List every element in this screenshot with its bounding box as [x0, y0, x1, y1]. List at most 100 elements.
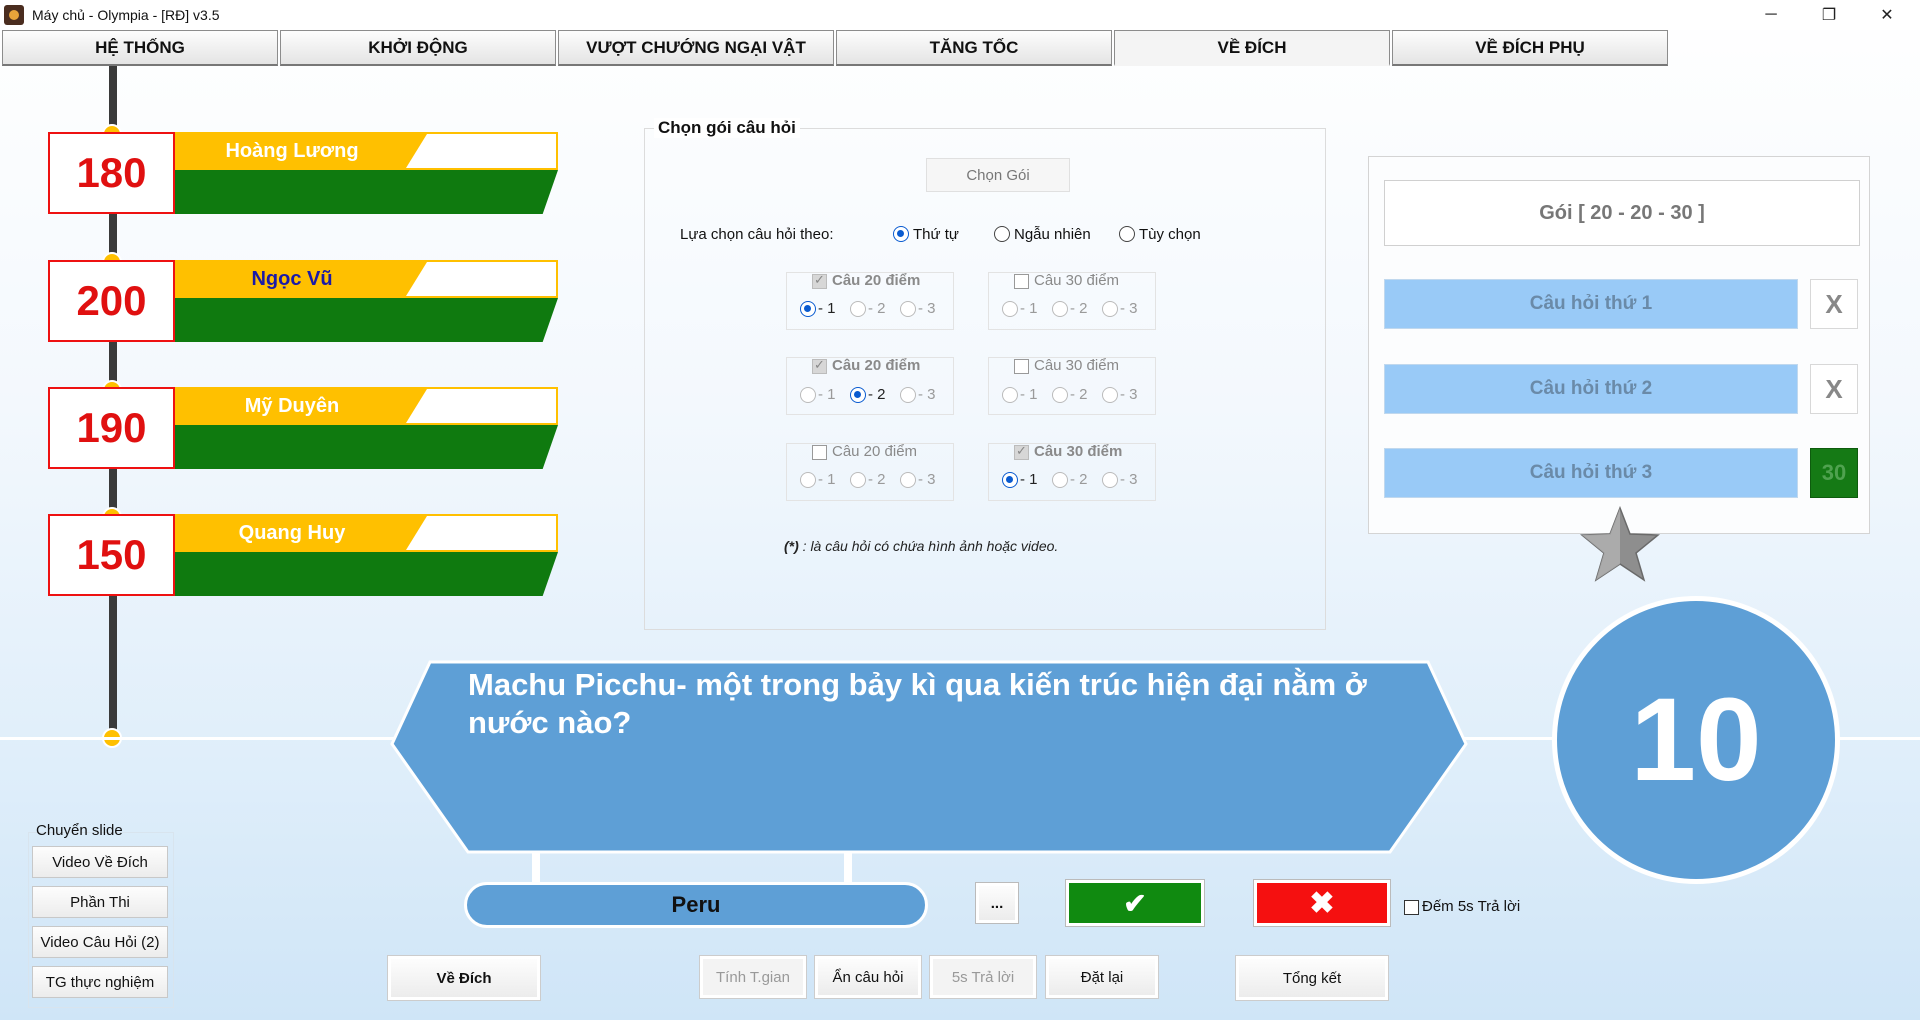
q30-checkbox-3[interactable] — [1014, 443, 1029, 460]
opt-label: - 1 — [1020, 300, 1038, 317]
tab-ve-dich-phu[interactable]: VỀ ĐÍCH PHỤ — [1392, 30, 1668, 66]
name-bar-highlight — [406, 134, 556, 168]
opt-label: - 3 — [918, 300, 936, 317]
q30-checkbox-2[interactable] — [1014, 359, 1029, 374]
mode-order-radio[interactable] — [893, 226, 909, 242]
window-title: Máy chủ - Olympia - [RĐ] v3.5 — [32, 7, 220, 23]
q30-row1-opt3[interactable] — [1102, 301, 1118, 317]
q30-label-2: Câu 30 điểm — [1034, 357, 1120, 374]
opt-label: - 2 — [868, 300, 886, 317]
q20-row3-opt1[interactable] — [800, 472, 816, 488]
tab-tang-toc[interactable]: TĂNG TỐC — [836, 30, 1112, 66]
q20-row3-opt3[interactable] — [900, 472, 916, 488]
opt-label: - 2 — [868, 471, 886, 488]
tab-khoi-dong[interactable]: KHỞI ĐỘNG — [280, 30, 556, 66]
answer-5s-button[interactable]: 5s Trả lời — [929, 955, 1037, 999]
opt-label: - 2 — [1070, 386, 1088, 403]
player-card: 200 Ngọc Vũ — [48, 260, 558, 342]
player-green-bar — [175, 552, 558, 596]
question-3-status[interactable]: 30 — [1810, 448, 1858, 498]
question-1-status[interactable]: X — [1810, 279, 1858, 329]
q30-label-1: Câu 30 điểm — [1034, 272, 1120, 289]
name-bar-highlight — [406, 262, 556, 296]
star-hope-icon[interactable] — [1580, 506, 1660, 582]
opt-label: - 3 — [1120, 300, 1138, 317]
minimize-button[interactable]: ─ — [1742, 0, 1800, 30]
q30-row3-opt1[interactable] — [1002, 472, 1018, 488]
tab-ve-dich[interactable]: VỀ ĐÍCH — [1114, 30, 1390, 66]
tg-thuc-nghiem-button[interactable]: TG thực nghiệm — [32, 966, 168, 998]
player-name-bar: Hoàng Lương — [175, 132, 558, 170]
reset-button[interactable]: Đặt lại — [1045, 955, 1159, 999]
q20-row1-opt3[interactable] — [900, 301, 916, 317]
tab-vuot-chuong-ngai-vat[interactable]: VƯỢT CHƯỚNG NGẠI VẬT — [558, 30, 834, 66]
q20-row2-opt3[interactable] — [900, 387, 916, 403]
q30-row2-opt3[interactable] — [1102, 387, 1118, 403]
opt-label: - 1 — [1020, 386, 1038, 403]
q30-row1-opt1[interactable] — [1002, 301, 1018, 317]
q20-row2-opt1[interactable] — [800, 387, 816, 403]
player-card: 180 Hoàng Lương — [48, 132, 558, 214]
close-button[interactable]: ✕ — [1858, 0, 1916, 30]
mode-custom-radio[interactable] — [1119, 226, 1135, 242]
calc-time-button[interactable]: Tính T.gian — [699, 955, 807, 999]
q30-row3-opt2[interactable] — [1052, 472, 1068, 488]
answer-stand — [844, 852, 852, 882]
player-green-bar — [175, 170, 558, 214]
opt-label: - 1 — [818, 471, 836, 488]
cross-icon: ✖ — [1309, 886, 1335, 920]
hide-question-button[interactable]: Ẩn câu hỏi — [814, 955, 922, 999]
count-5s-label: Đếm 5s Trả lời — [1422, 898, 1521, 915]
q20-row2-opt2[interactable] — [850, 387, 866, 403]
q20-row1-opt1[interactable] — [800, 301, 816, 317]
name-bar-highlight — [406, 389, 556, 423]
question-1-button[interactable]: Câu hỏi thứ 1 — [1384, 279, 1798, 329]
player-name-bar: Mỹ Duyên — [175, 387, 558, 425]
ve-dich-button[interactable]: Về Đích — [387, 955, 541, 1001]
q20-checkbox-1[interactable] — [812, 272, 827, 289]
opt-label: - 1 — [818, 300, 836, 317]
package-label: Gói [ 20 - 20 - 30 ] — [1384, 180, 1860, 246]
phan-thi-button[interactable]: Phần Thi — [32, 886, 168, 918]
more-options-button[interactable]: ... — [975, 882, 1019, 924]
correct-button[interactable]: ✔ — [1065, 879, 1205, 927]
question-2-button[interactable]: Câu hỏi thứ 2 — [1384, 364, 1798, 414]
player-score: 190 — [48, 387, 175, 469]
player-score: 180 — [48, 132, 175, 214]
player-green-bar — [175, 425, 558, 469]
summary-button[interactable]: Tổng kết — [1235, 955, 1389, 1001]
player-name: Ngọc Vũ — [251, 267, 333, 290]
main-tabs: HỆ THỐNG KHỞI ĐỘNG VƯỢT CHƯỚNG NGẠI VẬT … — [2, 30, 1670, 66]
count-5s-checkbox[interactable] — [1404, 900, 1419, 915]
check-icon: ✔ — [1123, 887, 1147, 919]
q20-row3-opt2[interactable] — [850, 472, 866, 488]
q30-checkbox-1[interactable] — [1014, 274, 1029, 289]
q20-row1-opt2[interactable] — [850, 301, 866, 317]
q20-checkbox-3[interactable] — [812, 445, 827, 460]
question-3-button[interactable]: Câu hỏi thứ 3 — [1384, 448, 1798, 498]
q30-row2-opt2[interactable] — [1052, 387, 1068, 403]
opt-label: - 2 — [1070, 471, 1088, 488]
package-chooser-title: Chọn gói câu hỏi — [654, 118, 800, 138]
maximize-button[interactable]: ❐ — [1800, 0, 1858, 30]
media-note: (*) : là câu hỏi có chứa hình ảnh hoặc v… — [784, 538, 1058, 554]
q30-row2-opt1[interactable] — [1002, 387, 1018, 403]
answer-stand — [532, 852, 540, 882]
tab-he-thong[interactable]: HỆ THỐNG — [2, 30, 278, 66]
wrong-button[interactable]: ✖ — [1253, 879, 1391, 927]
choose-package-button[interactable]: Chọn Gói — [926, 158, 1070, 192]
name-bar-highlight — [406, 516, 556, 550]
q30-label-3: Câu 30 điểm — [1034, 443, 1123, 460]
q30-row1-opt2[interactable] — [1052, 301, 1068, 317]
mode-random-radio[interactable] — [994, 226, 1010, 242]
q30-row3-opt3[interactable] — [1102, 472, 1118, 488]
q20-label-3: Câu 20 điểm — [832, 443, 918, 460]
question-2-status[interactable]: X — [1810, 364, 1858, 414]
opt-label: - 3 — [918, 386, 936, 403]
video-ve-dich-button[interactable]: Video Về Đích — [32, 846, 168, 878]
slide-panel-title: Chuyển slide — [36, 822, 123, 839]
q20-checkbox-2[interactable] — [812, 357, 827, 374]
video-cau-hoi-button[interactable]: Video Câu Hỏi (2) — [32, 926, 168, 958]
note-text: : là câu hỏi có chứa hình ảnh hoặc video… — [802, 538, 1059, 554]
opt-label: - 2 — [1070, 300, 1088, 317]
